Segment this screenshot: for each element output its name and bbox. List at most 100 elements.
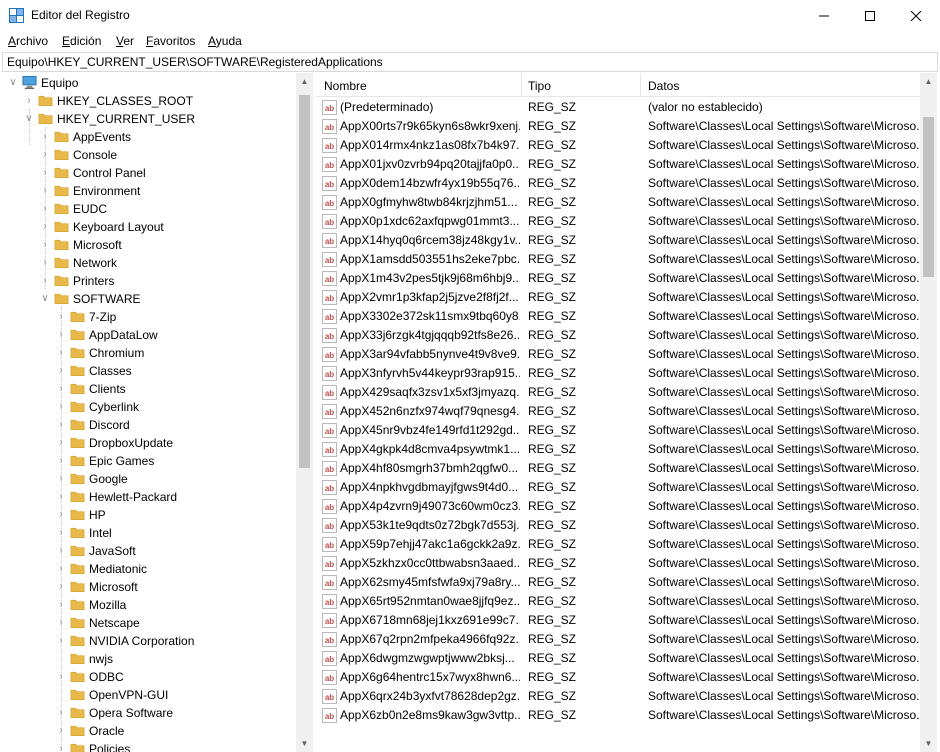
chevron-right-icon[interactable]: › <box>40 167 50 179</box>
value-row[interactable]: ab AppX452n6nzfx974wqf79qnesg4... REG_SZ So… <box>316 402 920 421</box>
tree-item[interactable]: › HP <box>0 506 296 524</box>
tree-item[interactable]: › Intel <box>0 524 296 542</box>
value-row[interactable]: ab AppX0dem14bzwfr4yx19b55q76... REG_SZ Sof… <box>316 174 920 193</box>
tree-item[interactable]: › Cyberlink <box>0 398 296 416</box>
tree-item[interactable]: › JavaSoft <box>0 542 296 560</box>
scroll-down-icon[interactable]: ▼ <box>920 735 937 752</box>
tree-item[interactable]: › ODBC <box>0 668 296 686</box>
list-scroll-thumb[interactable] <box>923 117 934 277</box>
chevron-right-icon[interactable]: › <box>40 203 50 215</box>
chevron-right-icon[interactable]: › <box>56 347 66 359</box>
value-row[interactable]: ab AppX3nfyrvh5v44keypr93rap915... REG_SZ S… <box>316 364 920 383</box>
scroll-down-icon[interactable]: ▼ <box>296 735 313 752</box>
tree-scroll-thumb[interactable] <box>299 95 310 468</box>
value-row[interactable]: ab AppX5zkhzx0cc0ttbwabsn3aaed... REG_SZ So… <box>316 554 920 573</box>
value-row[interactable]: ab AppX6718mn68jej1kxz691e99c7... REG_SZ So… <box>316 611 920 630</box>
value-row[interactable]: ab AppX2vmr1p3kfap2j5jzve2f8fj2f... REG_SZ… <box>316 288 920 307</box>
tree-item[interactable]: › Mozilla <box>0 596 296 614</box>
tree-item[interactable]: › Network <box>0 254 296 272</box>
tree-item[interactable]: › EUDC <box>0 200 296 218</box>
chevron-right-icon[interactable]: › <box>56 707 66 719</box>
chevron-right-icon[interactable]: › <box>56 383 66 395</box>
tree-item[interactable]: ∨ SOFTWARE <box>0 290 296 308</box>
chevron-right-icon[interactable]: › <box>56 617 66 629</box>
value-row[interactable]: ab AppX0p1xdc62axfqpwg01mmt3... REG_SZ Soft… <box>316 212 920 231</box>
chevron-right-icon[interactable]: › <box>40 149 50 161</box>
tree-item[interactable]: › Clients <box>0 380 296 398</box>
chevron-right-icon[interactable]: › <box>56 635 66 647</box>
tree-item[interactable]: › Keyboard Layout <box>0 218 296 236</box>
chevron-right-icon[interactable]: › <box>24 95 34 107</box>
chevron-right-icon[interactable]: › <box>56 401 66 413</box>
chevron-right-icon[interactable]: › <box>56 581 66 593</box>
tree-item[interactable]: › HKEY_CLASSES_ROOT <box>0 92 296 110</box>
value-row[interactable]: ab AppX1m43v2pes5tjk9j68m6hbj9... REG_SZ So… <box>316 269 920 288</box>
value-row[interactable]: ab AppX4hf80smgrh37bmh2qgfw0... REG_SZ Soft… <box>316 459 920 478</box>
chevron-right-icon[interactable]: › <box>56 545 66 557</box>
menu-ver[interactable]: Ver <box>116 34 134 48</box>
tree-item[interactable]: › Netscape <box>0 614 296 632</box>
tree-item[interactable]: › Oracle <box>0 722 296 740</box>
value-row[interactable]: ab AppX45nr9vbz4fe149rfd1t292gd... REG_SZ S… <box>316 421 920 440</box>
list-scrollbar[interactable]: ▲ ▼ <box>920 73 937 752</box>
tree-scrollbar[interactable]: ▲ ▼ <box>296 73 313 752</box>
value-row[interactable]: ab AppX14hyq0q6rcem38jz48kgy1v... REG_SZ So… <box>316 231 920 250</box>
column-header-type[interactable]: Tipo <box>528 79 551 93</box>
chevron-down-icon[interactable]: ∨ <box>40 293 50 305</box>
chevron-right-icon[interactable]: › <box>56 311 66 323</box>
chevron-right-icon[interactable]: › <box>56 671 66 683</box>
maximize-button[interactable] <box>847 0 893 31</box>
chevron-right-icon[interactable]: › <box>56 527 66 539</box>
address-bar[interactable]: Equipo\HKEY_CURRENT_USER\SOFTWARE\Regist… <box>2 52 938 72</box>
chevron-right-icon[interactable]: › <box>40 221 50 233</box>
column-header-data[interactable]: Datos <box>648 79 679 93</box>
value-row[interactable]: ab AppX429saqfx3zsv1x5xf3jmyazq... REG_SZ S… <box>316 383 920 402</box>
chevron-right-icon[interactable]: › <box>56 365 66 377</box>
tree-item[interactable]: › 7-Zip <box>0 308 296 326</box>
chevron-right-icon[interactable]: › <box>40 275 50 287</box>
menu-edicion[interactable]: Edición <box>62 34 101 48</box>
value-row[interactable]: ab AppX3302e372sk11smx9tbq60y8... REG_SZ So… <box>316 307 920 326</box>
tree-item[interactable]: › Classes <box>0 362 296 380</box>
tree-item[interactable]: › Epic Games <box>0 452 296 470</box>
menu-archivo[interactable]: Archivo <box>8 34 48 48</box>
tree-item[interactable]: ∨ HKEY_CURRENT_USER <box>0 110 296 128</box>
tree-item[interactable]: › Chromium <box>0 344 296 362</box>
value-row[interactable]: ab AppX6qrx24b3yxfvt78628dep2gz... REG_SZ S… <box>316 687 920 706</box>
chevron-right-icon[interactable]: › <box>56 419 66 431</box>
chevron-down-icon[interactable]: ∨ <box>8 77 18 89</box>
tree-item[interactable]: › AppEvents <box>0 128 296 146</box>
tree-item[interactable]: › Hewlett-Packard <box>0 488 296 506</box>
chevron-right-icon[interactable]: › <box>56 725 66 737</box>
value-row[interactable]: ab AppX67q2rpn2mfpeka4966fq92z... REG_SZ So… <box>316 630 920 649</box>
minimize-button[interactable] <box>801 0 847 31</box>
tree-item[interactable]: › Microsoft <box>0 578 296 596</box>
chevron-right-icon[interactable]: › <box>56 455 66 467</box>
value-row[interactable]: ab AppX014rmx4nkz1as08fx7b4k97... REG_SZ So… <box>316 136 920 155</box>
tree-item[interactable]: › Console <box>0 146 296 164</box>
tree-item[interactable]: › Google <box>0 470 296 488</box>
chevron-right-icon[interactable]: › <box>56 473 66 485</box>
chevron-right-icon[interactable]: › <box>56 743 66 752</box>
value-row[interactable]: ab AppX4npkhvgdbmayjfgws9t4d0... REG_SZ Sof… <box>316 478 920 497</box>
value-row[interactable]: ab AppX4p4zvrn9j49073c60wm0cz3... REG_SZ So… <box>316 497 920 516</box>
tree-item[interactable]: › DropboxUpdate <box>0 434 296 452</box>
tree-item[interactable]: nwjs <box>0 650 296 668</box>
chevron-right-icon[interactable]: › <box>56 491 66 503</box>
value-row[interactable]: ab (Predeterminado) REG_SZ (valor no establ… <box>316 98 920 117</box>
value-row[interactable]: ab AppX53k1te9qdts0z72bgk7d553j... REG_SZ S… <box>316 516 920 535</box>
chevron-right-icon[interactable]: › <box>40 257 50 269</box>
scroll-up-icon[interactable]: ▲ <box>296 73 313 90</box>
chevron-right-icon[interactable]: › <box>56 509 66 521</box>
chevron-right-icon[interactable]: › <box>56 437 66 449</box>
value-row[interactable]: ab AppX3ar94vfabb5nynve4t9v8ve9... REG_SZ S… <box>316 345 920 364</box>
chevron-right-icon[interactable]: › <box>40 239 50 251</box>
chevron-right-icon[interactable]: › <box>56 563 66 575</box>
tree-item[interactable]: › Environment <box>0 182 296 200</box>
value-row[interactable]: ab AppX00rts7r9k65kyn6s8wkr9xenj... REG_SZ… <box>316 117 920 136</box>
tree-item[interactable]: › Microsoft <box>0 236 296 254</box>
tree-item[interactable]: ∨ Equipo <box>0 74 296 92</box>
close-button[interactable] <box>893 0 939 31</box>
chevron-right-icon[interactable]: › <box>40 185 50 197</box>
tree-item[interactable]: › Mediatonic <box>0 560 296 578</box>
